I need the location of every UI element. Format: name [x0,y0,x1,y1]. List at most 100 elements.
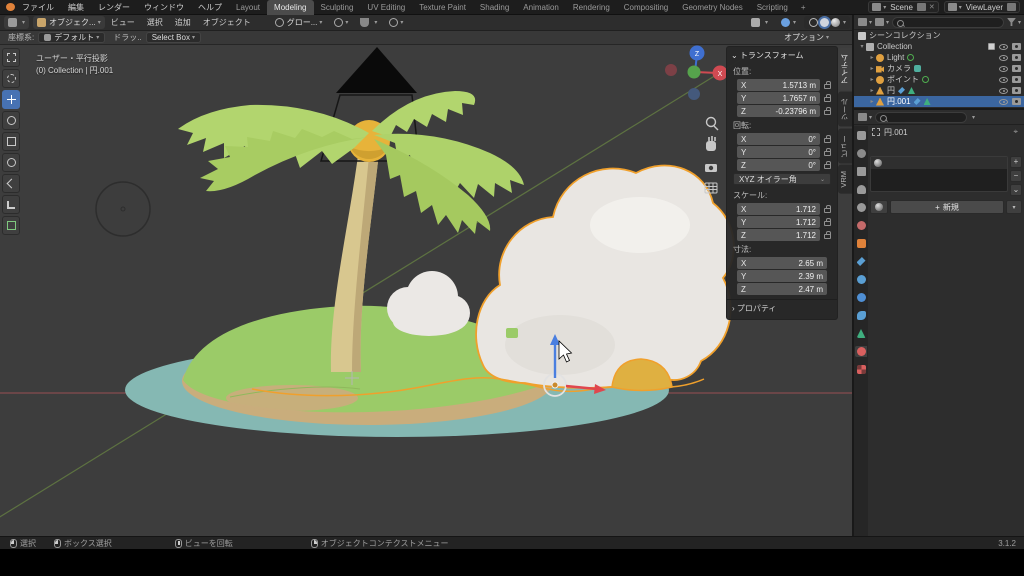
camera-toggle-icon[interactable] [1012,76,1021,83]
wireframe-shading-icon[interactable] [809,18,818,27]
scale-tool[interactable] [2,132,20,151]
blender-logo-icon[interactable] [6,3,15,11]
workspace-tab-rendering[interactable]: Rendering [566,0,617,15]
transform-tool[interactable] [2,153,20,172]
tab-view-layer[interactable] [855,184,867,195]
workspace-tab-animation[interactable]: Animation [516,0,566,15]
sidebar-tab-view[interactable]: ビュー [838,129,852,164]
chevron-down-icon[interactable]: ▾ [972,114,975,121]
expand-arrow-icon[interactable]: ▸ [868,65,876,72]
orientation-dropdown[interactable]: グロー... ▾ [271,16,327,29]
editor-type-button[interactable]: ▾ [4,16,29,29]
annotate-tool[interactable] [2,174,20,193]
menu-window[interactable]: ウィンドウ [137,0,191,15]
material-slot-list[interactable] [870,156,1008,192]
workspace-tab-compositing[interactable]: Compositing [617,0,675,15]
properties-search-input[interactable] [875,112,967,123]
rotation-z-field[interactable]: Z0° [737,159,820,171]
outliner-row-scene-collection[interactable]: シーンコレクション [854,30,1024,41]
lock-icon[interactable] [824,234,831,239]
nav-axis-x-neg[interactable] [665,64,677,76]
transform-panel-header[interactable]: ⌄ トランスフォーム [727,47,837,63]
show-gizmo-dropdown[interactable]: ▾ [747,16,772,29]
eye-icon[interactable] [999,77,1008,83]
slot-specials-button[interactable]: ⌄ [1010,184,1022,196]
menu-help[interactable]: ヘルプ [191,0,229,15]
lock-icon[interactable] [824,208,831,213]
move-tool[interactable] [2,90,20,109]
outliner-search-input[interactable] [892,17,1004,28]
menu-file[interactable]: ファイル [15,0,61,15]
camera-toggle-icon[interactable] [1012,87,1021,94]
snap-dropdown[interactable]: ▾ [356,16,381,29]
close-icon[interactable]: ✕ [929,3,935,11]
eye-icon[interactable] [999,88,1008,94]
filter-funnel-icon[interactable] [1007,18,1016,26]
navigation-gizmo[interactable]: Z X [665,46,728,101]
shading-mode-group[interactable]: ▾ [804,16,850,29]
pin-icon[interactable]: ⌖ [1013,127,1018,137]
menu-select[interactable]: 選択 [141,17,169,28]
workspace-tab-texture-paint[interactable]: Texture Paint [412,0,473,15]
location-z-field[interactable]: Z-0.23796 m [737,105,820,117]
tab-object[interactable] [855,238,867,249]
lock-icon[interactable] [824,84,831,89]
outliner-row-point[interactable]: ▸ ポイント [854,74,1024,85]
rotation-y-field[interactable]: Y0° [737,146,820,158]
location-y-field[interactable]: Y1.7657 m [737,92,820,104]
outliner-row-collection[interactable]: ▾ Collection [854,41,1024,52]
menu-render[interactable]: レンダー [91,0,137,15]
expand-arrow-icon[interactable]: ▸ [868,76,876,83]
viewport-canvas[interactable]: Z X [0,45,852,536]
outliner-row-circle[interactable]: ▸ 円 [854,85,1024,96]
rotation-x-field[interactable]: X0° [737,133,820,145]
cone-silhouette[interactable] [336,47,417,93]
point-light-gizmo[interactable] [96,182,150,236]
menu-object[interactable]: オブジェクト [197,17,257,28]
nav-axis-y[interactable] [688,66,701,79]
workspace-tab-sculpting[interactable]: Sculpting [314,0,361,15]
coord-dropdown[interactable]: デフォルト ▾ [38,32,105,43]
sidebar-tab-vrm[interactable]: VRM [838,165,852,194]
dim-y-field[interactable]: Y2.39 m [737,270,827,282]
zoom-icon[interactable] [707,118,719,131]
lock-icon[interactable] [824,164,831,169]
scale-x-field[interactable]: X1.712 [737,203,820,215]
menu-add[interactable]: 追加 [169,17,197,28]
material-shading-icon[interactable] [831,18,840,27]
dim-x-field[interactable]: X2.65 m [737,257,827,269]
lock-icon[interactable] [824,97,831,102]
workspace-tab-layout[interactable]: Layout [229,0,267,15]
overlays-dropdown[interactable]: ▾ [776,16,800,29]
outliner-row-camera[interactable]: ▸ カメラ [854,63,1024,74]
lock-icon[interactable] [824,151,831,156]
camera-toggle-icon[interactable] [1012,43,1021,50]
expand-arrow-icon[interactable]: ▸ [868,54,876,61]
new-material-button[interactable]: + 新規 [890,200,1004,214]
outliner-display-mode-icon[interactable] [875,18,884,26]
eye-icon[interactable] [999,66,1008,72]
pivot-dropdown[interactable]: ▾ [330,16,352,29]
tab-texture[interactable] [855,364,867,375]
tab-scene[interactable] [855,202,867,213]
new-view-layer-icon[interactable] [1007,3,1016,11]
dim-z-field[interactable]: Z2.47 m [737,283,827,295]
cloud-small[interactable] [387,271,470,336]
workspace-tab-scripting[interactable]: Scripting [750,0,795,15]
camera-toggle-icon[interactable] [1012,54,1021,61]
tab-object-data[interactable] [855,328,867,339]
mode-dropdown[interactable]: オブジェク... ▾ [33,16,105,29]
scale-z-field[interactable]: Z1.712 [737,229,820,241]
outliner-row-light[interactable]: ▸ Light [854,52,1024,63]
workspace-tab-uv-editing[interactable]: UV Editing [360,0,412,15]
rotate-tool[interactable] [2,111,20,130]
tab-material[interactable] [855,346,867,357]
tab-world[interactable] [855,220,867,231]
pan-hand-icon[interactable] [706,136,716,151]
expand-arrow-icon[interactable]: ▾ [858,43,866,50]
tab-particles[interactable] [855,274,867,285]
workspace-tab-geometry-nodes[interactable]: Geometry Nodes [675,0,749,15]
menu-view[interactable]: ビュー [105,17,141,28]
solid-shading-icon[interactable] [820,18,829,27]
add-slot-button[interactable]: + [1010,156,1022,168]
